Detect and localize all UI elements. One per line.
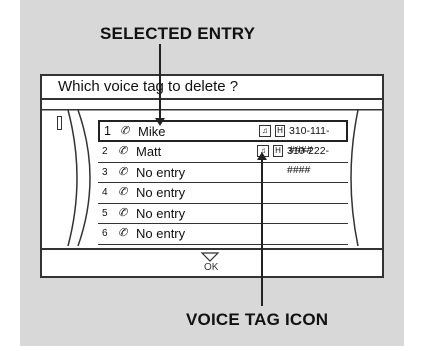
phone-handset-icon: ✆	[118, 165, 128, 178]
voice-tag-list: 1 ✆ Mike ♫ H 310-111-#### 2 ✆ Matt ♫ H 310-222-####…	[42, 110, 382, 246]
rows: 1 ✆ Mike ♫ H 310-111-#### 2 ✆ Matt ♫ H 310-222-####…	[98, 120, 348, 245]
voice-tag-icon: ♫	[259, 125, 271, 137]
header-divider	[42, 100, 382, 110]
home-phone-icon: H	[275, 125, 285, 137]
callout-voice-tag-icon: VOICE TAG ICON	[186, 310, 329, 329]
entry-number: 1	[104, 124, 111, 138]
ok-button[interactable]: OK	[204, 262, 218, 273]
entry-number: 6	[102, 228, 108, 239]
entry-name: No entry	[136, 226, 186, 241]
list-row[interactable]: 3 ✆ No entry	[98, 163, 348, 183]
scroll-indicator[interactable]	[57, 116, 62, 130]
phone-handset-icon: ✆	[118, 145, 128, 157]
display-screen: Which voice tag to delete ? 1 ✆ Mike ♫ H 310-…	[40, 74, 384, 278]
callout-line-selected	[159, 44, 161, 122]
entry-number: 2	[102, 146, 108, 157]
entry-name: No entry	[136, 164, 186, 180]
entry-number: 3	[102, 166, 108, 178]
phone-handset-icon: ✆	[118, 206, 128, 219]
callout-line-voice-tag	[261, 158, 263, 306]
callout-selected-entry: SELECTED ENTRY	[100, 24, 256, 43]
prompt-title: Which voice tag to delete ?	[42, 76, 382, 100]
callout-arrowhead-top	[155, 118, 165, 126]
entry-name: No entry	[136, 185, 186, 200]
entry-name: Matt	[136, 144, 162, 159]
entry-number: 5	[102, 207, 108, 219]
footer-bar: OK	[42, 248, 382, 276]
entry-number: 4	[102, 187, 108, 198]
callout-arrowhead-bottom	[257, 152, 267, 160]
selected-entry-row[interactable]: 1 ✆ Mike ♫ H 310-111-####	[98, 120, 348, 156]
phone-handset-icon: ✆	[120, 125, 130, 137]
entry-name: No entry	[136, 205, 186, 221]
list-row[interactable]: 4 ✆ No entry	[98, 183, 348, 204]
list-row[interactable]: 5 ✆ No entry	[98, 204, 348, 224]
list-row[interactable]: 2 ✆ Matt ♫ H 310-222-####	[98, 142, 348, 176]
home-phone-icon: H	[273, 145, 283, 157]
phone-handset-icon: ✆	[118, 227, 128, 239]
phone-handset-icon: ✆	[118, 186, 128, 198]
list-row[interactable]: 6 ✆ No entry	[98, 224, 348, 245]
